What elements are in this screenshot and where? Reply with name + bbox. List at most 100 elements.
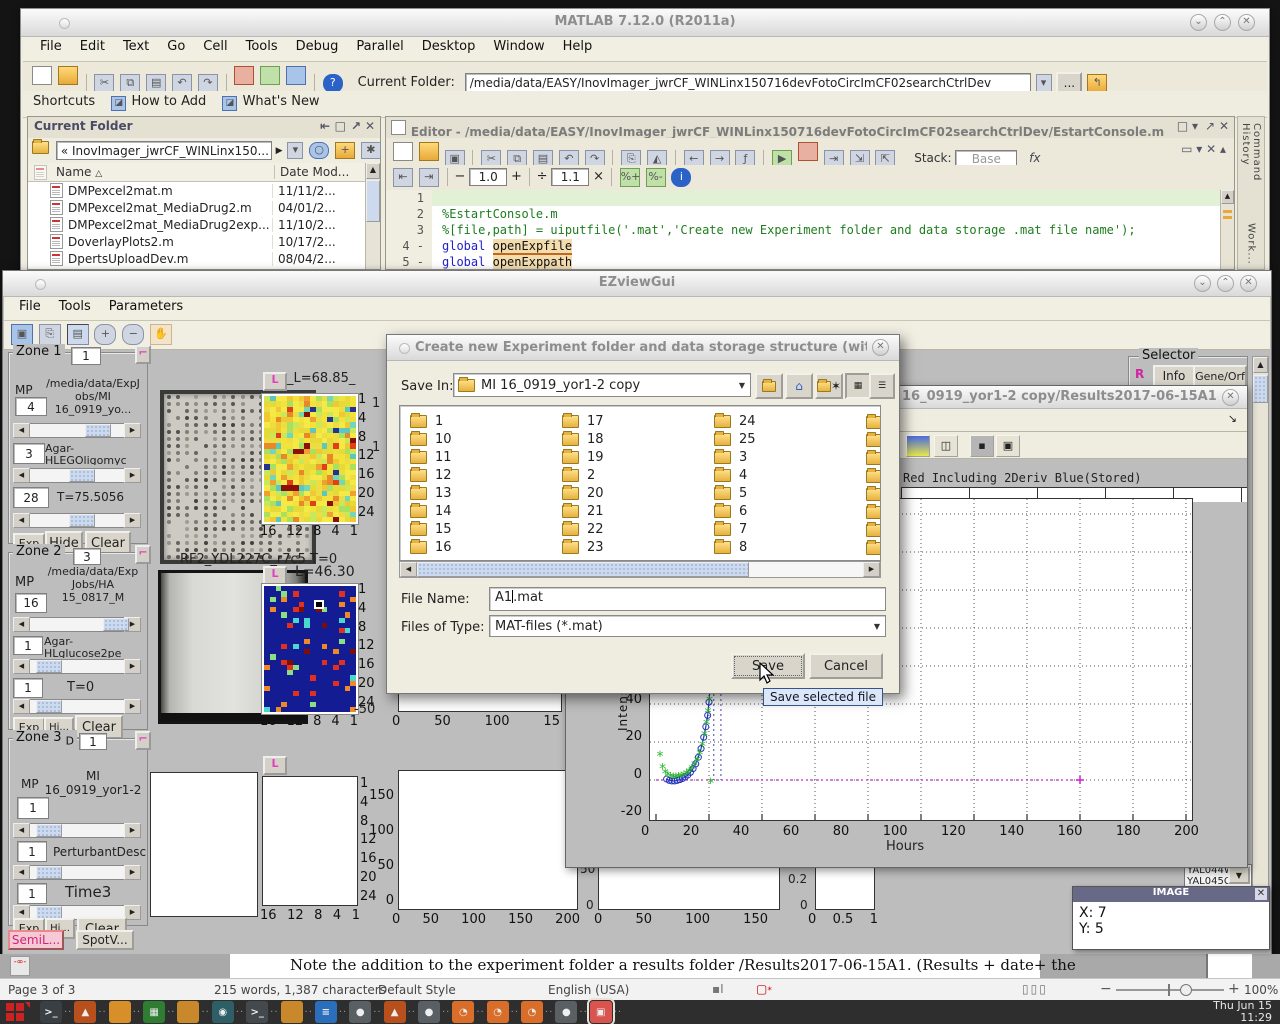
editor-restore-icon[interactable]: □ ▾ — [1175, 119, 1200, 133]
zone3-index-field[interactable]: 1 — [79, 733, 107, 750]
launcher-grid-icon[interactable] — [4, 1002, 30, 1022]
folder-item[interactable]: 12 — [410, 468, 452, 483]
ezview-titlebar[interactable]: EZviewGui ⌄ ⌃ ✕ — [3, 271, 1271, 297]
heatmap1-L-button[interactable]: L — [263, 372, 287, 391]
zone2-mp-field[interactable]: 16 — [15, 593, 47, 613]
zone2-index-field[interactable]: 3 — [73, 548, 101, 565]
ez-close-icon[interactable]: ✕ — [1240, 275, 1257, 292]
heatmap1[interactable] — [262, 394, 358, 524]
folder-icon-partial[interactable] — [866, 416, 881, 429]
editor-header[interactable]: Editor - /media/data/EASY/InovImager_jwr… — [386, 117, 1234, 140]
unsaved-changes-icon[interactable]: ▢* — [756, 982, 772, 996]
save-in-dropdown-icon[interactable]: ▼ — [734, 374, 750, 396]
ez-maximize-icon[interactable]: ⌃ — [1217, 275, 1234, 292]
zone1-index-field[interactable]: 1 — [71, 347, 101, 365]
matlab-menu-tools[interactable]: Tools — [237, 37, 287, 56]
zoom-percent[interactable]: 100% — [1244, 983, 1278, 997]
tab-command-history[interactable]: Command History — [1240, 123, 1262, 219]
taskbar-active-task-image-icon[interactable]: ▣ — [590, 1001, 612, 1023]
matlab-menu-cell[interactable]: Cell — [194, 37, 236, 56]
folder-item[interactable]: 6 — [714, 504, 747, 519]
ez-scroll-thumb[interactable] — [1253, 375, 1268, 403]
profiler-icon[interactable] — [286, 66, 306, 85]
decrease-icon[interactable]: − — [454, 169, 465, 184]
taskbar-app-circle-3-icon[interactable]: ● — [555, 1001, 577, 1023]
folder-item[interactable]: 14 — [410, 504, 452, 519]
zone1-media-field[interactable]: 3 — [13, 443, 45, 464]
scroll-up-icon[interactable]: ▲ — [366, 163, 380, 179]
folder-item[interactable]: 7 — [714, 522, 747, 537]
cancel-button[interactable]: Cancel — [809, 653, 883, 679]
percent-plus-icon[interactable]: %+ — [620, 168, 640, 187]
matlab-menu-help[interactable]: Help — [554, 37, 602, 56]
ez-print-icon[interactable]: ⎘ — [39, 324, 61, 345]
matlab-menu-text[interactable]: Text — [114, 37, 158, 56]
editor-new-icon[interactable] — [393, 142, 413, 161]
image-window-titlebar[interactable]: IMAGE ✕ — [1073, 887, 1269, 902]
zoom-slider-thumb[interactable] — [1180, 984, 1192, 996]
dialog-titlebar[interactable]: Create new Experiment folder and data st… — [387, 335, 899, 361]
taskbar-terminal-2-icon[interactable]: >_ — [246, 1001, 268, 1023]
folder-list-hscrollbar[interactable]: ◀ ▶ — [399, 561, 881, 578]
code-line[interactable]: 3%[file,path] = uiputfile('.mat','Create… — [386, 222, 1221, 238]
folder-icon-partial[interactable] — [866, 524, 881, 537]
writer-page[interactable]: Note the addition to the experiment fold… — [230, 954, 1040, 978]
minimize-icon[interactable]: ⌄ — [1190, 14, 1207, 31]
status-style[interactable]: Default Style — [378, 983, 456, 997]
folder-item[interactable]: 24 — [714, 414, 756, 429]
taskbar-matlab-icon[interactable]: ▲ — [74, 1001, 96, 1023]
folder-item[interactable]: 8 — [714, 540, 747, 555]
tab-workspace[interactable]: Work... — [1246, 223, 1257, 263]
matlab-menu-parallel[interactable]: Parallel — [347, 37, 412, 56]
file-name-input[interactable]: A1.mat — [489, 587, 886, 611]
info-icon[interactable]: i — [671, 168, 691, 187]
editor-scrollbar[interactable]: ▲ — [1220, 190, 1234, 269]
gray-box-icon[interactable]: ▪ — [970, 435, 994, 457]
folder-item[interactable]: 23 — [562, 540, 604, 555]
selection-mode-icon[interactable]: ▪I — [712, 982, 724, 996]
heatmap2-L-button[interactable]: L — [263, 566, 287, 585]
folder-item[interactable]: 13 — [410, 486, 452, 501]
zoom-in-icon[interactable]: + — [1228, 981, 1240, 997]
results-close-icon[interactable]: ✕ — [1222, 389, 1239, 406]
zone2-popout-icon[interactable]: ⌐ — [135, 545, 151, 564]
address-dropdown-icon[interactable]: ▾ — [287, 142, 303, 159]
matlab-menu-debug[interactable]: Debug — [287, 37, 348, 56]
restore-icon[interactable]: □ — [335, 119, 346, 133]
ez-scroll-up-icon[interactable]: ▲ — [1253, 357, 1268, 373]
taskbar-folder-3-icon[interactable] — [281, 1001, 303, 1023]
taskbar-writer-document-icon[interactable]: ≡ — [315, 1001, 337, 1023]
status-language[interactable]: English (USA) — [548, 983, 629, 997]
ez-save-icon[interactable]: ▣ — [11, 324, 33, 345]
code-line[interactable]: 1 — [386, 190, 1221, 206]
files-of-type-combo[interactable]: MAT-files (*.mat) ▼ — [489, 615, 886, 637]
value-field-2[interactable]: 1.1 — [551, 168, 589, 186]
folder-item[interactable]: 2 — [562, 468, 595, 483]
folder-item[interactable]: 16 — [410, 540, 452, 555]
zone3-time-field[interactable]: 1 — [17, 883, 47, 904]
file-row[interactable]: DpertsUploadDev.m08/04/2... — [28, 250, 366, 267]
clock[interactable]: Thu Jun 15 11:29 — [1213, 1000, 1272, 1024]
editor-undock-icon[interactable]: ↗ — [1205, 119, 1215, 133]
folder-item[interactable]: 3 — [714, 450, 747, 465]
semilog-button[interactable]: SemiL... — [8, 930, 64, 950]
date-column-header[interactable]: Date Mod... — [274, 165, 349, 179]
folder-item[interactable]: 11 — [410, 450, 452, 465]
close-icon[interactable]: ✕ — [1238, 14, 1255, 31]
folder-item[interactable]: 17 — [562, 414, 604, 429]
ezview-menu-tools[interactable]: Tools — [50, 297, 100, 316]
zoom-out-icon[interactable]: − — [1100, 981, 1112, 997]
files-of-type-dropdown-icon[interactable]: ▼ — [869, 616, 885, 636]
folder-item[interactable]: 10 — [410, 432, 452, 447]
save-in-combo[interactable]: MI 16_0919_yor1-2 copy ▼ — [453, 373, 751, 397]
zone2-slider-2[interactable]: ◀▶ — [13, 659, 141, 674]
taskbar-terminal-icon[interactable]: >_ — [40, 1001, 62, 1023]
taskbar-app-circle-2-icon[interactable]: ● — [418, 1001, 440, 1023]
folder-icon-partial[interactable] — [866, 488, 881, 501]
gene-dropdown-icon[interactable]: ▼ — [1228, 866, 1250, 884]
shortcut-how-to-add[interactable]: How to Add — [131, 94, 206, 109]
zone3-mp-field[interactable]: 1 — [17, 797, 49, 819]
folder-icon-partial[interactable] — [866, 542, 881, 555]
zone1-time-field[interactable]: 28 — [13, 487, 49, 508]
editor-pane-icons[interactable]: ▭ ▾ ✕ ▴ — [1181, 142, 1226, 156]
